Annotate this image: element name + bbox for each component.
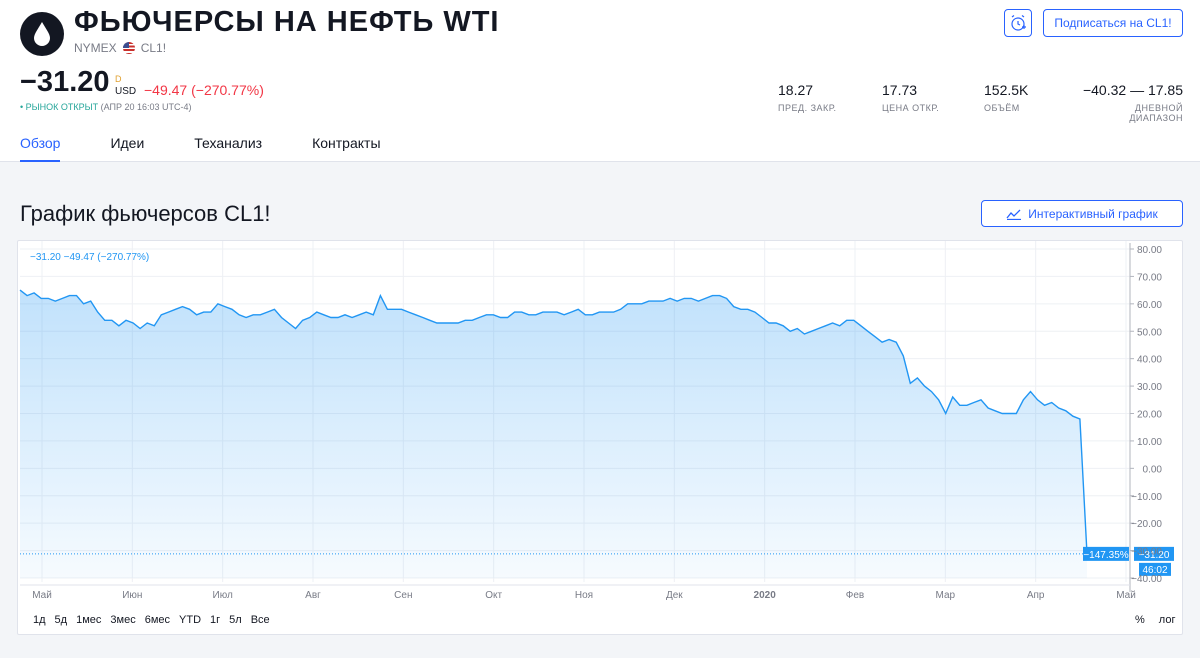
price-change: −49.47 (−270.77%)	[144, 82, 264, 98]
chart-line-icon	[1006, 209, 1022, 220]
percent-scale-toggle[interactable]: %	[1135, 614, 1145, 626]
range-1d[interactable]: 1д	[33, 614, 46, 626]
exchange-label: NYMEX	[74, 41, 117, 55]
market-time: (АПР 20 16:03 UTC-4)	[100, 102, 192, 112]
interactive-chart-label: Интерактивный график	[1028, 206, 1158, 221]
range-1m[interactable]: 1мес	[76, 614, 101, 626]
tab-technicals[interactable]: Теханализ	[194, 135, 262, 162]
range-ytd[interactable]: YTD	[179, 614, 201, 626]
stat-value: 17.73	[882, 82, 918, 98]
range-all[interactable]: Все	[251, 614, 270, 626]
range-3m[interactable]: 3мес	[110, 614, 135, 626]
interactive-chart-button[interactable]: Интерактивный график	[981, 200, 1183, 227]
subscribe-button[interactable]: Подписаться на CL1!	[1043, 9, 1183, 37]
range-5d[interactable]: 5д	[55, 614, 68, 626]
scale-options: % лог	[1135, 614, 1175, 626]
stat-day-range: −40.32 — 17.85 ДНЕВНОЙ ДИАПАЗОН	[1080, 82, 1183, 123]
symbol-label: CL1!	[140, 41, 167, 55]
stat-label: ПРЕД. ЗАКР.	[778, 103, 837, 113]
stat-volume: 152.5K ОБЪЁМ	[984, 82, 1028, 113]
alarm-clock-plus-icon	[1011, 15, 1026, 31]
tab-contracts[interactable]: Контракты	[312, 135, 380, 162]
range-6m[interactable]: 6мес	[145, 614, 170, 626]
stat-label: ДНЕВНОЙ ДИАПАЗОН	[1129, 103, 1183, 123]
chart-card	[17, 240, 1183, 635]
stat-open: 17.73 ЦЕНА ОТКР.	[882, 82, 939, 113]
currency-label: USD	[115, 86, 137, 97]
page-title: ФЬЮЧЕРСЫ НА НЕФТЬ WTI	[74, 6, 500, 38]
stat-label: ОБЪЁМ	[984, 103, 1020, 113]
oil-drop-icon	[20, 12, 64, 56]
market-status: • РЫНОК ОТКРЫТ (АПР 20 16:03 UTC-4)	[20, 102, 192, 112]
us-flag-icon	[122, 42, 135, 54]
stat-value: 18.27	[778, 82, 814, 98]
section-title: График фьючерсов CL1!	[20, 201, 271, 226]
range-1y[interactable]: 1г	[210, 614, 220, 626]
add-alert-button[interactable]	[1004, 9, 1032, 37]
stat-label: ЦЕНА ОТКР.	[882, 103, 940, 113]
stat-prev-close: 18.27 ПРЕД. ЗАКР.	[778, 82, 837, 113]
tab-ideas[interactable]: Идеи	[110, 135, 144, 162]
tab-bar: Обзор Идеи Теханализ Контракты	[20, 135, 431, 162]
chart-legend: −31.20 −49.47 (−270.77%)	[30, 252, 150, 263]
tab-overview[interactable]: Обзор	[20, 135, 61, 162]
stat-value: −40.32 — 17.85	[1082, 82, 1183, 98]
market-open-label: • РЫНОК ОТКРЫТ	[20, 102, 99, 112]
currency-marker: D	[115, 74, 122, 84]
last-price: −31.20	[20, 66, 110, 98]
symbol-subtitle: NYMEX CL1!	[74, 41, 166, 55]
range-5y[interactable]: 5л	[229, 614, 242, 626]
range-selector: 1д 5д 1мес 3мес 6мес YTD 1г 5л Все	[33, 614, 270, 626]
symbol-header: ФЬЮЧЕРСЫ НА НЕФТЬ WTI NYMEX CL1! Подписа…	[0, 0, 1200, 162]
log-scale-toggle[interactable]: лог	[1159, 614, 1176, 626]
stat-value: 152.5K	[984, 82, 1029, 98]
